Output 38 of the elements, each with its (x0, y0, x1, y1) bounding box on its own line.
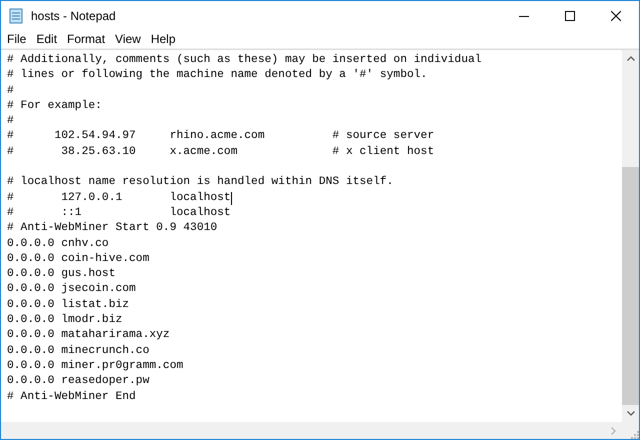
text-line: # (7, 114, 14, 130)
menu-item[interactable]: Edit (32, 32, 64, 46)
text-line: 0.0.0.0 cnhv.co (7, 236, 109, 252)
close-icon (611, 10, 621, 20)
text-line: # 102.54.94.97 rhino.acme.com # source server (7, 129, 434, 144)
text-line: # Anti-WebMiner Start 0.9 43010 (7, 221, 218, 236)
text-line: 0.0.0.0 gus.host (7, 267, 116, 282)
text-line: 0.0.0.0 jsecoin.com (7, 282, 136, 298)
resize-grip-icon[interactable] (629, 429, 639, 439)
text-line: # Additionally, comments (such as these) may be inserted on individual (7, 53, 482, 68)
text-line: # Anti-WebMiner End (7, 390, 136, 405)
maximize-icon (565, 10, 575, 20)
text-line: 0.0.0.0 mataharirama.xyz (7, 328, 170, 344)
text-line: 0.0.0.0 listat.biz (7, 298, 130, 313)
menu-item[interactable]: Format (63, 32, 112, 46)
text-line: 0.0.0.0 coin-hive.com (7, 252, 150, 267)
text-line: 0.0.0.0 minecrunch.co (7, 344, 150, 359)
scrollbar-thumb[interactable] (622, 167, 639, 405)
text-line: 0.0.0.0 miner.pr0gramm.com (7, 358, 184, 374)
text-line: # For example: (7, 98, 102, 114)
scroll-up-icon[interactable] (626, 56, 634, 61)
text-line: # lines or following the machine name denoted by a '#' symbol. (7, 68, 428, 84)
text-line: 0.0.0.0 lmodr.biz (7, 313, 122, 328)
text-line: # (7, 84, 14, 99)
vertical-scrollbar[interactable] (622, 50, 639, 422)
text-line: # localhost name resolution is handled within DNS itself. (7, 175, 394, 190)
notepad-icon (8, 8, 24, 24)
text-line: # 38.25.63.10 x.acme.com # x client host (7, 144, 434, 160)
horizontal-scrollbar[interactable] (1, 422, 639, 439)
menu-item[interactable]: View (111, 32, 147, 46)
text-line: 0.0.0.0 reasedoper.pw (7, 374, 150, 390)
text-line: # 127.0.0.1 localhost (7, 190, 231, 206)
menu-item[interactable]: Help (146, 32, 182, 46)
scroll-down-icon[interactable] (626, 411, 634, 416)
text-line: # ::1 localhost (7, 206, 231, 221)
window-title: hosts - Notepad (31, 8, 116, 22)
scroll-right-icon[interactable] (611, 426, 616, 434)
menu-item[interactable]: File (3, 32, 32, 46)
